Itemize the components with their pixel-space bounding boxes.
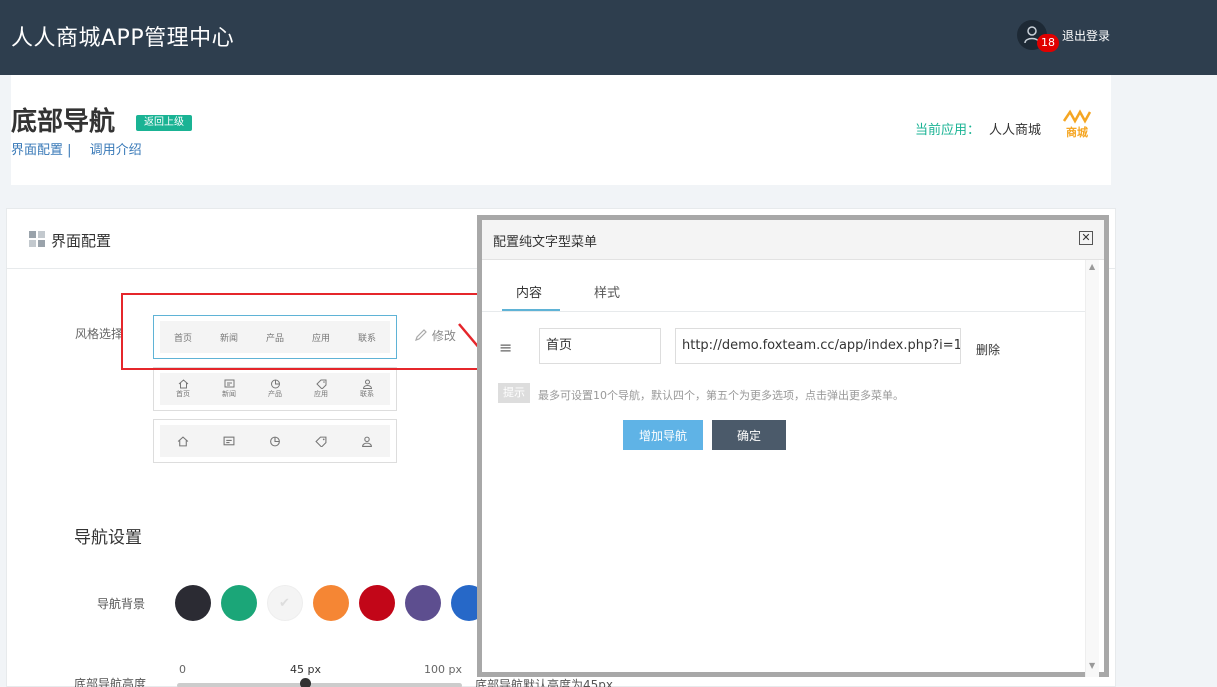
news-icon [223,436,235,445]
style-icon-item: 新闻 [222,379,236,399]
style-icon-item: 首页 [176,379,190,399]
top-navbar: 人人商城APP管理中心 18 退出登录 [0,0,1217,75]
style-icon-label: 新闻 [222,390,236,398]
home-icon [177,435,189,446]
style-icon-label: 应用 [314,390,328,398]
scroll-down-icon[interactable]: ▼ [1089,661,1095,670]
nav-height-label: 底部导航高度 [74,677,147,687]
style-icon-item: 产品 [268,379,282,399]
notification-badge[interactable]: 18 [1037,34,1059,52]
news-icon [224,379,234,388]
menu-name-input[interactable]: 首页 [539,328,661,364]
logo-text: 商城 [1066,125,1088,139]
color-swatch[interactable] [175,585,211,621]
close-icon[interactable]: ✕ [1079,231,1093,245]
user-icon [362,436,372,447]
home-icon [178,379,188,389]
tag-icon [315,379,326,389]
dialog-scrollbar[interactable]: ▲ ▼ [1085,260,1099,677]
sub-navigation: 界面配置 | 调用介绍 [11,139,146,158]
app-logo: 商城 [1062,109,1092,139]
tab-content[interactable]: 内容 [516,282,542,301]
page-title: 底部导航 [11,107,116,137]
color-swatch[interactable] [313,585,349,621]
panel-title: 界面配置 [51,232,112,250]
pie-chart-icon [270,436,280,446]
active-tab-indicator [502,309,560,311]
logout-link[interactable]: 退出登录 [1062,27,1110,44]
slider-max-label: 100 px [424,663,462,676]
style-icon-label: 产品 [268,390,282,398]
hint-text: 最多可设置10个导航，默认四个，第五个为更多选项，点击弹出更多菜单。 [538,389,904,402]
delete-row-link[interactable]: 删除 [976,341,1000,358]
color-swatch[interactable] [405,585,441,621]
back-button[interactable]: 返回上级 [136,115,192,131]
height-slider-handle[interactable] [299,678,311,687]
add-nav-button[interactable]: 增加导航 [623,420,703,450]
height-hint-text: 底部导航默认高度为45px [475,678,613,687]
dialog-tabs: 内容 样式 [482,270,1085,312]
current-app-name: 人人商城 [989,123,1042,138]
style-icon-label: 联系 [360,390,374,398]
nav-settings-title: 导航设置 [74,528,142,548]
drag-handle-icon[interactable]: ≡ [499,340,512,356]
tab-style[interactable]: 样式 [594,282,620,301]
color-swatch[interactable] [359,585,395,621]
ui-config-link[interactable]: 界面配置 | [11,143,72,158]
slider-min-label: 0 [179,663,186,676]
grid-icon [29,231,45,247]
usage-intro-link[interactable]: 调用介绍 [90,143,142,158]
color-swatch[interactable] [221,585,257,621]
pie-chart-icon [270,379,280,389]
style-option-icon-text[interactable]: 首页 新闻 产品 应用 联系 [153,367,397,411]
menu-config-dialog: 配置纯文字型菜单 ✕ 内容 样式 ≡ 首页 http://demo.foxtea… [477,215,1109,677]
highlight-annotation-box [121,293,479,370]
style-icon-item: 联系 [360,379,374,399]
dialog-header: 配置纯文字型菜单 ✕ [482,220,1104,260]
style-select-label: 风格选择 [75,327,124,341]
color-swatch-selected[interactable]: ✔ [267,585,303,621]
check-icon: ✔ [279,596,290,611]
height-slider-track[interactable] [177,683,462,687]
dialog-title: 配置纯文字型菜单 [493,235,598,250]
menu-url-input[interactable]: http://demo.foxteam.cc/app/index.php?i=1… [675,328,961,364]
hint-tag: 提示 [498,383,530,403]
style-icon-item: 应用 [314,379,328,399]
style-icon-label: 首页 [176,390,190,398]
slider-value-label: 45 px [290,663,321,676]
style-option-icon-only[interactable] [153,419,397,463]
page-header: 底部导航 返回上级 界面配置 | 调用介绍 当前应用： 人人商城 商城 [11,75,1111,185]
nav-background-label: 导航背景 [97,597,146,611]
user-icon [362,379,372,389]
app-brand-title: 人人商城APP管理中心 [11,26,235,51]
current-app-label: 当前应用： [915,123,981,138]
scroll-up-icon[interactable]: ▲ [1089,262,1095,271]
confirm-button[interactable]: 确定 [712,420,786,450]
tag-icon [315,436,327,447]
